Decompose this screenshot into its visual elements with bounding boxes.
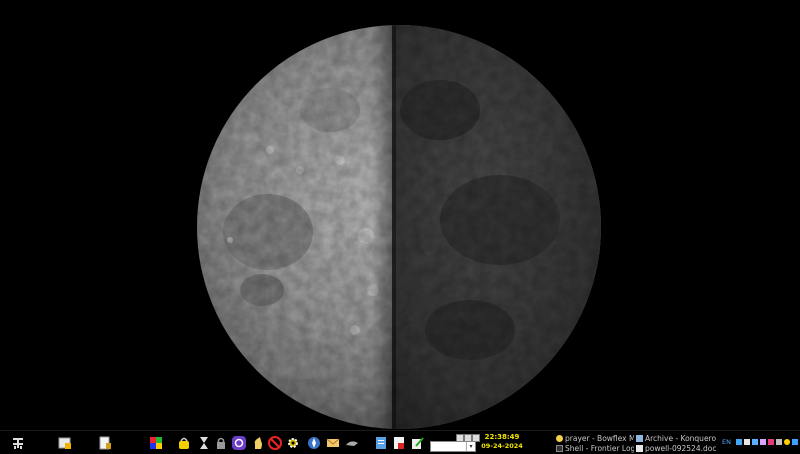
taskbar-item-label: powell-092524.doc (645, 444, 716, 453)
purple-app-icon[interactable] (232, 435, 246, 450)
taskbar-item[interactable]: Archive - Konqueror (636, 434, 716, 444)
show-desktop-icon[interactable] (58, 435, 72, 449)
clipboard-icon[interactable] (752, 439, 758, 445)
taskbar-panel: ▾ 22:38:49 09-24-2024 prayer - Bowflex M… (0, 430, 800, 453)
keyboard-layout-label: EN (722, 438, 731, 446)
clock-date: 09-24-2024 (481, 442, 523, 450)
taskbar-item-label: prayer - Bowflex M (565, 434, 634, 443)
weather-icon[interactable] (784, 439, 790, 445)
chess-icon[interactable] (251, 435, 265, 449)
alert-icon[interactable] (768, 439, 774, 445)
volume-icon[interactable] (792, 439, 798, 445)
edit-pencil-icon[interactable] (410, 435, 424, 449)
compass-icon[interactable] (307, 435, 321, 449)
terminal-bird-icon[interactable] (345, 435, 359, 449)
taskbar-item-label: Shell - Frontier Log (565, 444, 634, 453)
clock-time: 22:38:49 (484, 433, 520, 441)
document-file-icon (636, 445, 643, 452)
mixer-icon[interactable] (760, 439, 766, 445)
terminal-icon (556, 445, 563, 452)
kde-menu-icon[interactable] (11, 435, 25, 449)
padlock-icon[interactable] (214, 435, 228, 449)
lightbulb-icon (556, 435, 563, 442)
monitor-icon[interactable] (744, 439, 750, 445)
color-grid-icon[interactable] (149, 435, 163, 449)
gear-cog-icon[interactable] (286, 435, 300, 449)
chevron-down-icon[interactable]: ▾ (466, 442, 475, 451)
quick-command-input[interactable]: ▾ (430, 441, 476, 452)
notes-icon[interactable] (98, 435, 112, 450)
hourglass-icon[interactable] (197, 435, 211, 449)
document-icon[interactable] (374, 435, 388, 449)
network-icon[interactable] (736, 439, 742, 445)
moon-wallpaper-image (197, 25, 601, 429)
clock[interactable]: 22:38:49 09-24-2024 (480, 433, 524, 451)
keyboard-layout-indicator[interactable]: EN (722, 437, 736, 447)
pdf-icon[interactable] (392, 435, 406, 449)
folder-icon (636, 435, 643, 442)
taskbar-item[interactable]: prayer - Bowflex M (556, 434, 634, 444)
taskbar-item-label: Archive - Konqueror (645, 434, 716, 443)
updates-icon[interactable] (776, 439, 782, 445)
desktop-wallpaper (0, 0, 800, 430)
mail-icon[interactable] (326, 435, 340, 449)
lock-bag-icon[interactable] (177, 435, 191, 449)
no-entry-icon[interactable] (268, 435, 282, 450)
